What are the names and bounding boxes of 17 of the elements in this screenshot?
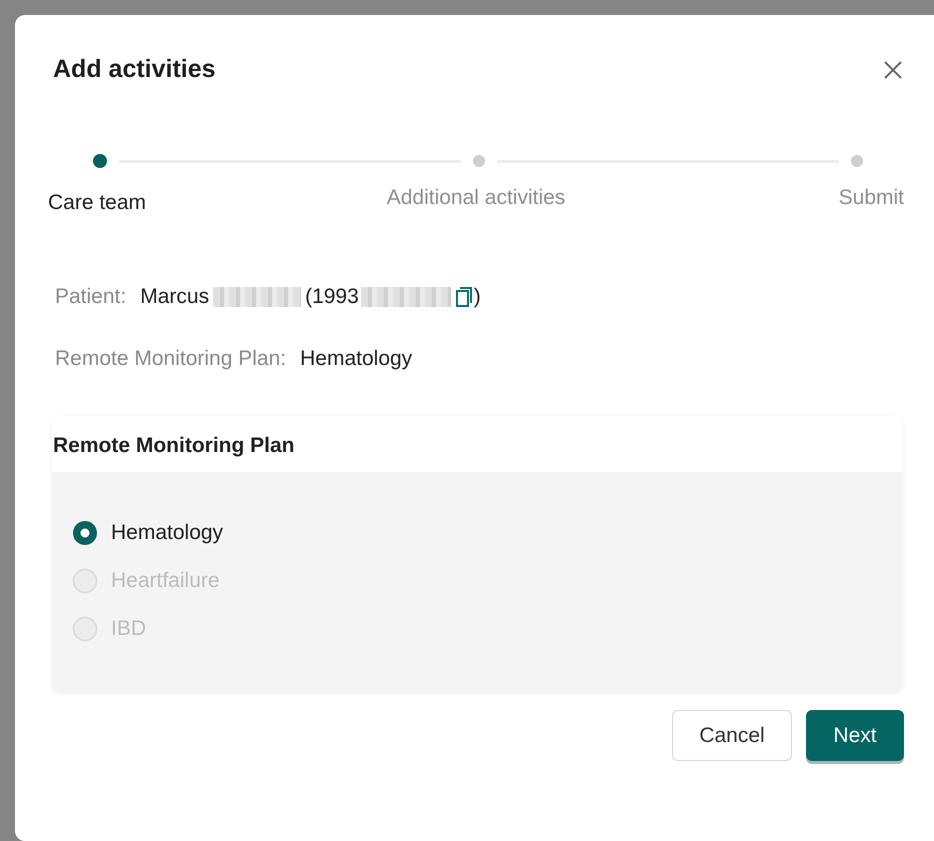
close-button[interactable]: [882, 58, 904, 80]
copy-icon[interactable]: [454, 286, 473, 308]
patient-name: Marcus: [140, 285, 210, 309]
step-label: Care team: [48, 191, 148, 215]
field-label: Remote Monitoring Plan:: [55, 347, 286, 371]
next-button[interactable]: Next: [806, 710, 904, 761]
patient-id: (1993: [305, 285, 359, 309]
patient-paren: ): [474, 285, 481, 309]
radio-icon[interactable]: [72, 520, 98, 546]
card-title: Remote Monitoring Plan: [52, 416, 903, 472]
step-label: Additional activities: [386, 186, 566, 211]
field-label: Patient:: [55, 285, 126, 309]
radio-option[interactable]: Hematology: [72, 520, 883, 546]
step-label: Submit: [838, 186, 904, 211]
dialog-title: Add activities: [53, 55, 216, 84]
field-value: Hematology: [300, 347, 412, 371]
cancel-button[interactable]: Cancel: [672, 710, 792, 761]
